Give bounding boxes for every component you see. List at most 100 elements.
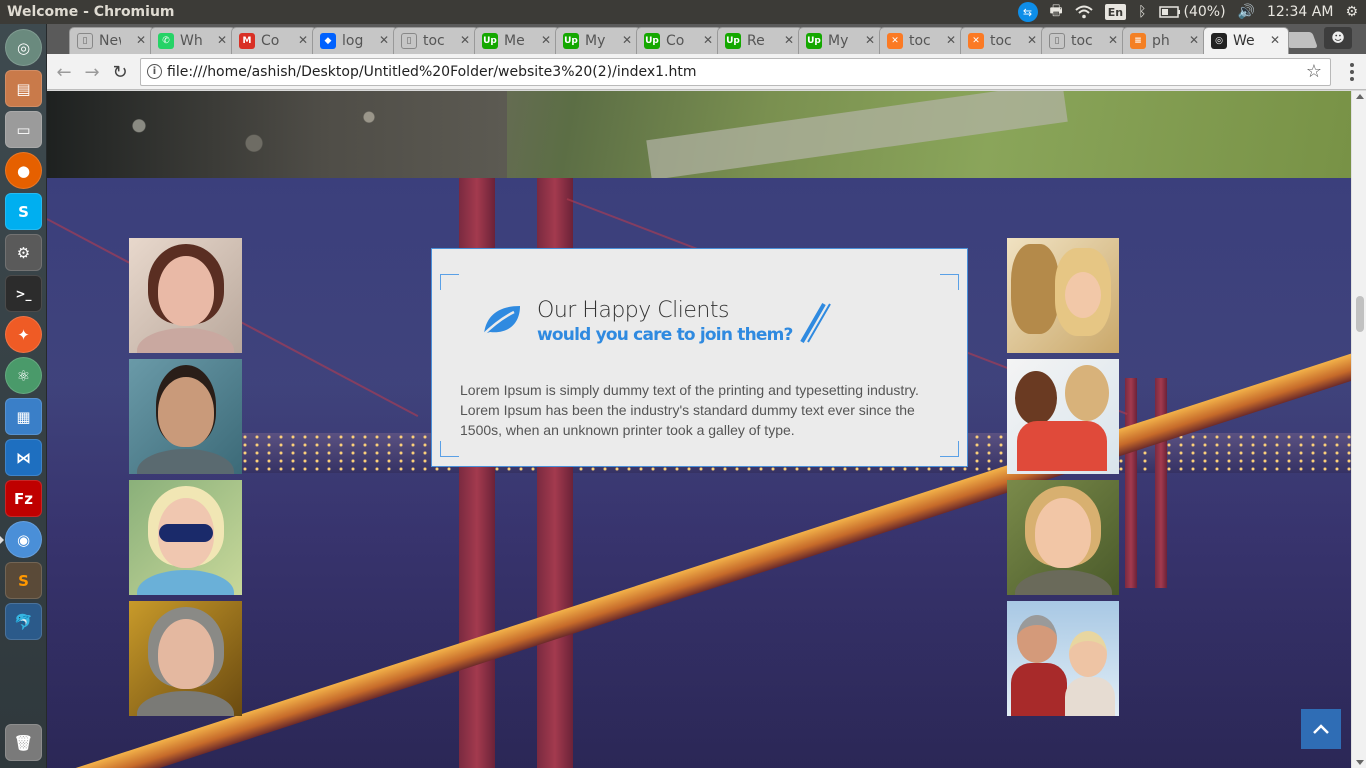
tab-label: Wh xyxy=(180,33,202,49)
tab-close-icon[interactable]: ✕ xyxy=(703,33,713,47)
info-icon[interactable]: i xyxy=(147,64,162,79)
tab-close-icon[interactable]: ✕ xyxy=(379,33,389,47)
browser-tab[interactable]: ◆ log ✕ xyxy=(312,27,398,54)
browser-tab[interactable]: ▯ New T ✕ xyxy=(69,27,155,54)
browser-tab[interactable]: ✆ Wh ✕ xyxy=(150,27,236,54)
back-to-top-button[interactable] xyxy=(1301,709,1341,749)
browser-tab[interactable]: Up My ✕ xyxy=(798,27,884,54)
page-scrollbar[interactable] xyxy=(1351,91,1366,768)
tab-close-icon[interactable]: ✕ xyxy=(217,33,227,47)
address-bar[interactable]: i ☆ xyxy=(140,58,1331,86)
window-title: Welcome - Chromium xyxy=(7,4,175,20)
testimonial-subtitle: would you care to join them? xyxy=(537,325,793,345)
testimonial-title: Our Happy Clients xyxy=(537,298,729,323)
settings-gear-icon[interactable]: ⚙ xyxy=(1345,0,1358,24)
tab-close-icon[interactable]: ✕ xyxy=(298,33,308,47)
tab-close-icon[interactable]: ✕ xyxy=(784,33,794,47)
tab-close-icon[interactable]: ✕ xyxy=(946,33,956,47)
libreoffice-writer-icon[interactable]: ▦ xyxy=(5,398,42,435)
trash-icon[interactable]: 🗑 xyxy=(5,724,42,761)
browser-menu-button[interactable] xyxy=(1344,60,1360,84)
ubuntu-dash-icon[interactable]: ◎ xyxy=(5,29,42,66)
back-button[interactable]: ← xyxy=(52,60,76,84)
browser-tab[interactable]: M Co ✕ xyxy=(231,27,317,54)
keyboard-layout-indicator[interactable]: En xyxy=(1104,4,1127,20)
url-input[interactable] xyxy=(167,62,1297,82)
forward-button[interactable]: → xyxy=(80,60,104,84)
files-app-icon[interactable]: ▤ xyxy=(5,70,42,107)
tab-label: Co xyxy=(261,33,280,49)
battery-icon xyxy=(1158,6,1180,18)
chromium-icon[interactable]: ◉ xyxy=(5,521,42,558)
printer-icon[interactable]: 🖶 xyxy=(1050,0,1063,24)
filezilla-icon[interactable]: Fz xyxy=(5,480,42,517)
client-photo-woman-3 xyxy=(129,601,242,716)
drive-icon[interactable]: ▭ xyxy=(5,111,42,148)
tab-close-icon[interactable]: ✕ xyxy=(1108,33,1118,47)
scrollbar-thumb[interactable] xyxy=(1356,296,1364,332)
browser-tab[interactable]: Up Re ✕ xyxy=(717,27,803,54)
vscode-icon[interactable]: ⋈ xyxy=(5,439,42,476)
dropbox-icon: ◆ xyxy=(320,33,336,49)
tab-close-icon[interactable]: ✕ xyxy=(622,33,632,47)
browser-tab[interactable]: Up Me ✕ xyxy=(474,27,560,54)
tab-close-icon[interactable]: ✕ xyxy=(541,33,551,47)
bookmark-star-icon[interactable]: ☆ xyxy=(1306,61,1322,82)
volume-icon[interactable]: 🔊 xyxy=(1238,0,1255,24)
tab-label: toc xyxy=(909,33,931,49)
battery-indicator[interactable]: (40%) xyxy=(1158,0,1226,24)
browser-tab[interactable]: ◎ We ✕ xyxy=(1203,27,1289,54)
client-photo-woman-1 xyxy=(129,238,242,353)
tab-label: My xyxy=(828,33,849,49)
battery-percent: (40%) xyxy=(1183,4,1226,20)
tab-close-icon[interactable]: ✕ xyxy=(865,33,875,47)
browser-tab[interactable]: ▯ toc ✕ xyxy=(1041,27,1127,54)
chevron-up-icon xyxy=(1313,724,1329,734)
sublime-text-icon[interactable]: S xyxy=(5,562,42,599)
tab-label: log xyxy=(342,33,364,49)
tab-label: Re xyxy=(747,33,765,49)
launcher: ◎ ▤ ▭ ● S ⚙ >_ ✦ ⚛ ▦ ⋈ Fz ◉ S 🐬 🗑 xyxy=(0,24,47,768)
client-photo-woman-2 xyxy=(129,480,242,595)
firefox-icon[interactable]: ● xyxy=(5,152,42,189)
tab-close-icon[interactable]: ✕ xyxy=(1270,33,1280,47)
wifi-icon[interactable] xyxy=(1075,0,1093,24)
reload-button[interactable]: ↻ xyxy=(108,60,132,84)
browser-tab[interactable]: ✕ toc ✕ xyxy=(879,27,965,54)
bluetooth-icon[interactable]: ᛒ xyxy=(1138,0,1146,24)
mysql-workbench-icon[interactable]: 🐬 xyxy=(5,603,42,640)
postman-icon[interactable]: ✦ xyxy=(5,316,42,353)
client-photo-couple xyxy=(1007,601,1119,716)
tab-close-icon[interactable]: ✕ xyxy=(136,33,146,47)
system-indicators: ⇆ 🖶 En ᛒ (40%) 🔊 12:34 AM ⚙ xyxy=(1017,0,1358,24)
browser-tab[interactable]: ▯ toc ✕ xyxy=(393,27,479,54)
teamviewer-icon[interactable]: ⇆ xyxy=(1017,2,1038,22)
client-photo-two-women-2 xyxy=(1007,359,1119,474)
leaf-icon xyxy=(481,306,520,337)
browser-tab[interactable]: Up Co ✕ xyxy=(636,27,722,54)
tab-label: toc xyxy=(990,33,1012,49)
browser-window: ▯ New T ✕ ✆ Wh ✕ M Co ✕ ◆ log ✕ ▯ toc ✕ Up Me ✕ Up My ✕ Up Co ✕… xyxy=(47,24,1366,768)
whatsapp-icon: ✆ xyxy=(158,33,174,49)
skype-icon[interactable]: S xyxy=(5,193,42,230)
system-settings-icon[interactable]: ⚙ xyxy=(5,234,42,271)
atom-icon[interactable]: ⚛ xyxy=(5,357,42,394)
tab-label: toc xyxy=(1071,33,1093,49)
terminal-icon[interactable]: >_ xyxy=(5,275,42,312)
tab-close-icon[interactable]: ✕ xyxy=(1189,33,1199,47)
scroll-down-arrow-icon[interactable] xyxy=(1356,760,1364,765)
browser-tab[interactable]: ≡ ph ✕ xyxy=(1122,27,1208,54)
clock[interactable]: 12:34 AM xyxy=(1267,0,1333,24)
xampp-icon: ✕ xyxy=(968,33,984,49)
scroll-up-arrow-icon[interactable] xyxy=(1356,94,1364,99)
browser-tab[interactable]: Up My ✕ xyxy=(555,27,641,54)
tab-label: My xyxy=(585,33,606,49)
upwork-icon: Up xyxy=(725,33,741,49)
profile-avatar-icon[interactable]: ☻ xyxy=(1324,27,1352,49)
testimonial-card: Our Happy Clients would you care to join… xyxy=(431,248,968,467)
client-photo-two-women-1 xyxy=(1007,238,1119,353)
browser-tab[interactable]: ✕ toc ✕ xyxy=(960,27,1046,54)
browser-toolbar: ← → ↻ i ☆ xyxy=(47,54,1366,90)
tab-close-icon[interactable]: ✕ xyxy=(1027,33,1037,47)
tab-close-icon[interactable]: ✕ xyxy=(460,33,470,47)
